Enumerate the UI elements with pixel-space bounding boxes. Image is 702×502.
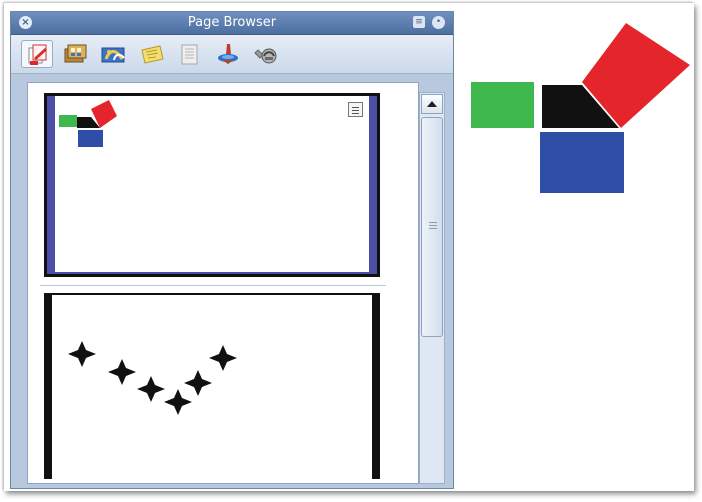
- page-separator: [40, 285, 386, 286]
- page-thumbnail-2[interactable]: [44, 293, 380, 479]
- film-strip-icon: [64, 44, 87, 63]
- page-browser-icon: [28, 44, 47, 65]
- page-browser-panel: × Page Browser ≡ •: [10, 11, 454, 489]
- scroll-thumb[interactable]: [421, 117, 443, 337]
- selection-edge-left: [47, 96, 55, 274]
- notes-icon: [141, 45, 164, 64]
- pythagoras-thumbnail: [59, 100, 117, 147]
- page-thumbnail-1[interactable]: [44, 93, 380, 277]
- screenshot-frame: × Page Browser ≡ •: [4, 3, 694, 491]
- document-canvas[interactable]: [454, 3, 694, 491]
- title-bar: × Page Browser ≡ •: [11, 12, 453, 35]
- selection-edge-bottom: [47, 272, 377, 274]
- stars-thumbnail: [68, 341, 237, 415]
- pythagoras-figure: [471, 23, 690, 193]
- window-title: Page Browser: [187, 15, 277, 30]
- gallery-icon: [101, 47, 125, 63]
- pen-tool[interactable]: [211, 40, 243, 68]
- page-list-scrollbar[interactable]: [419, 92, 445, 484]
- page-browser-tool[interactable]: [21, 40, 53, 68]
- gallery-tool[interactable]: [97, 40, 129, 68]
- page-thumbnail-list: [27, 82, 419, 484]
- panel-menu-icon[interactable]: ≡: [413, 16, 425, 28]
- tools-tool[interactable]: [249, 40, 281, 68]
- selection-edge-right: [369, 96, 377, 274]
- toolbar: [11, 35, 453, 74]
- page-options-icon[interactable]: [348, 102, 363, 117]
- minimize-button[interactable]: •: [432, 16, 445, 29]
- properties-tool[interactable]: [173, 40, 205, 68]
- tools-icon: [254, 48, 277, 64]
- film-strip-tool[interactable]: [59, 40, 91, 68]
- pen-tool-icon: [218, 44, 238, 64]
- properties-icon: [181, 44, 198, 65]
- notes-tool[interactable]: [135, 40, 167, 68]
- scroll-up-button[interactable]: [421, 94, 443, 114]
- scroll-grip-icon: [429, 222, 437, 223]
